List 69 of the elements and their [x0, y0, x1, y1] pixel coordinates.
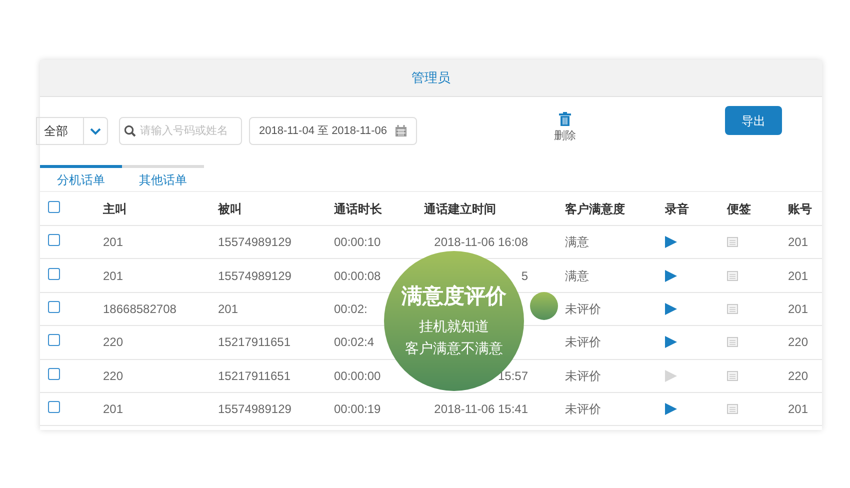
- table-cell: 201: [788, 235, 808, 250]
- play-icon[interactable]: [665, 270, 677, 282]
- table-cell: 201: [103, 235, 124, 250]
- trash-icon[interactable]: [559, 112, 571, 126]
- promo-subtitle: 客户满意不满意: [405, 339, 503, 358]
- checkbox[interactable]: [48, 234, 60, 246]
- chevron-down-icon: [90, 128, 101, 134]
- table-cell: 15574989129: [218, 235, 292, 250]
- checkbox[interactable]: [48, 200, 60, 212]
- table-cell: 2018-11-06 16:08: [434, 235, 528, 250]
- date-range-field[interactable]: 2018-11-04 至 2018-11-06: [249, 117, 417, 145]
- table-cell: 15574989129: [218, 402, 292, 416]
- table-cell: 未评价: [565, 402, 601, 416]
- table-cell: 未评价: [565, 302, 601, 316]
- column-header: 通话时长: [334, 202, 382, 216]
- column-header: 账号: [788, 202, 812, 216]
- table-cell: 201: [103, 402, 124, 416]
- search-icon: [124, 125, 136, 137]
- table-cell: 220: [103, 335, 124, 350]
- table-cell: 220: [788, 368, 808, 383]
- column-header: 客户满意度: [565, 202, 625, 216]
- table-cell: 220: [103, 368, 124, 383]
- table-cell: 5: [521, 268, 528, 283]
- checkbox[interactable]: [48, 401, 60, 414]
- table-cell: 未评价: [565, 335, 601, 350]
- checkbox[interactable]: [48, 300, 60, 313]
- tab[interactable]: 分机话单: [40, 165, 122, 191]
- column-header: 被叫: [218, 202, 242, 216]
- checkbox[interactable]: [48, 368, 60, 380]
- play-icon[interactable]: [665, 302, 677, 315]
- table-cell: 15217911651: [218, 368, 291, 383]
- table-cell: 220: [788, 335, 808, 350]
- play-icon[interactable]: [665, 403, 677, 416]
- table-cell: 15574989129: [218, 268, 292, 283]
- table-cell: 201: [788, 302, 808, 316]
- column-header: 主叫: [103, 202, 127, 216]
- calendar-icon: [395, 125, 407, 137]
- tab[interactable]: 其他话单: [122, 165, 204, 191]
- table-cell: 201: [788, 402, 808, 416]
- promo-subtitle: 挂机就知道: [419, 317, 489, 336]
- table-cell: 00:02:: [334, 302, 368, 316]
- column-header: 录音: [665, 202, 689, 216]
- checkbox[interactable]: [48, 268, 60, 280]
- table-cell: 满意: [565, 235, 589, 250]
- play-icon[interactable]: [665, 336, 677, 348]
- play-icon[interactable]: [665, 236, 677, 248]
- checkbox[interactable]: [48, 334, 60, 346]
- table-cell: 满意: [565, 268, 589, 283]
- table-cell: 00:00:00: [334, 368, 381, 383]
- table-cell: 201: [103, 268, 124, 283]
- export-button[interactable]: 导出: [725, 106, 782, 135]
- table-cell: 00:00:08: [334, 268, 381, 283]
- search-field[interactable]: 请输入号码或姓名: [119, 117, 242, 145]
- table-cell: 00:00:10: [334, 235, 381, 250]
- table-cell: 00:00:19: [334, 402, 381, 416]
- table-cell: 201: [788, 268, 808, 283]
- delete-button[interactable]: 删除: [554, 128, 576, 144]
- table-cell: 15217911651: [218, 335, 291, 350]
- page-title: 管理员: [412, 69, 450, 88]
- table-cell: 未评价: [565, 368, 601, 383]
- table-cell: 18668582708: [103, 302, 176, 316]
- table-cell: 15:57: [498, 368, 528, 383]
- column-header: 便签: [727, 202, 751, 216]
- table-cell: 00:02:4: [334, 335, 374, 350]
- filter-select[interactable]: 全部: [36, 117, 108, 145]
- column-header: 通话建立时间: [424, 202, 496, 216]
- table-cell: 2018-11-06 15:41: [434, 402, 528, 416]
- table-cell: 201: [218, 302, 238, 316]
- promo-title: 满意度评价: [402, 284, 506, 310]
